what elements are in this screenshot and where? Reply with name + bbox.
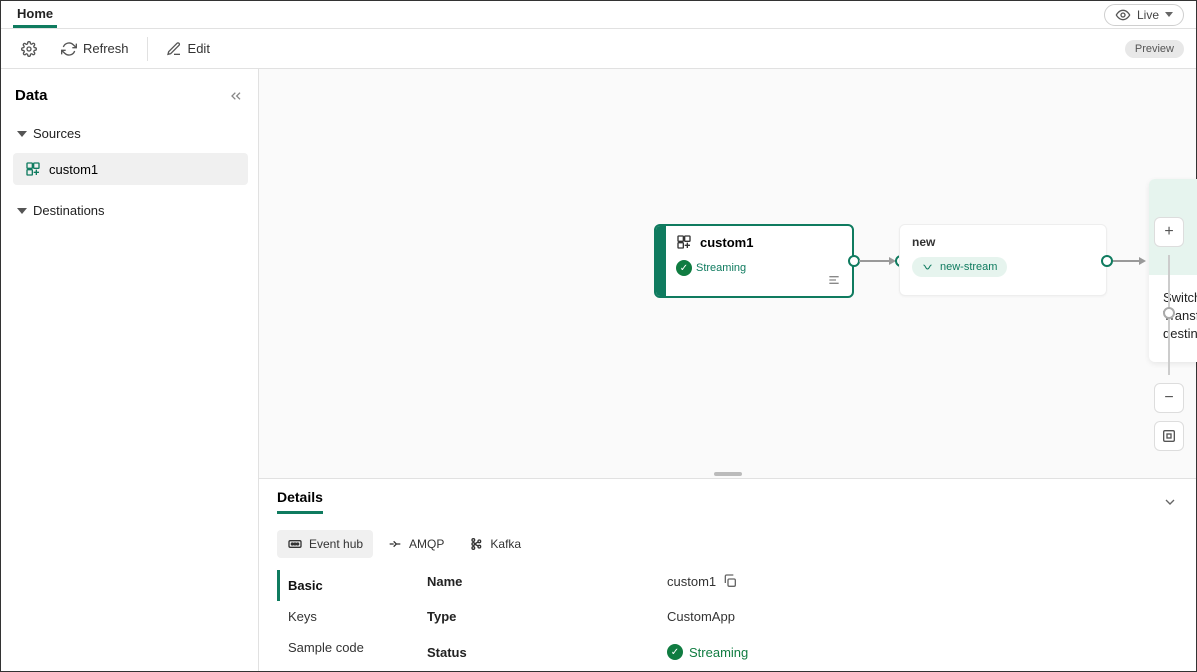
node-accent-bar	[656, 226, 666, 296]
details-panel: Details Event hub AMQP Kafka	[259, 478, 1196, 671]
destinations-label: Destinations	[33, 203, 105, 218]
proto-tab-label: AMQP	[409, 537, 444, 551]
node-source-title: custom1	[700, 235, 753, 250]
collapse-icon[interactable]	[228, 88, 244, 104]
prop-name-value: custom1	[667, 574, 716, 589]
source-item-custom1[interactable]: custom1	[13, 153, 248, 185]
refresh-button[interactable]: Refresh	[53, 35, 137, 63]
resize-grip-icon	[714, 472, 742, 476]
settings-button[interactable]	[13, 35, 45, 63]
side-tab-basic[interactable]: Basic	[277, 570, 407, 601]
gear-icon	[21, 41, 37, 57]
canvas[interactable]: custom1 ✓ Streaming new	[259, 69, 1196, 470]
list-icon[interactable]	[826, 272, 842, 288]
stream-pill-label: new-stream	[940, 261, 997, 273]
prop-type-value: CustomApp	[667, 609, 1178, 624]
source-item-label: custom1	[49, 162, 98, 177]
proto-tab-label: Event hub	[309, 537, 363, 551]
sidebar-title: Data	[15, 87, 48, 104]
side-tab-sample[interactable]: Sample code	[277, 632, 407, 663]
zoom-slider[interactable]	[1168, 255, 1170, 375]
prop-name-label: Name	[427, 574, 667, 589]
eye-icon	[1115, 7, 1131, 23]
chevron-down-icon[interactable]	[1162, 494, 1178, 510]
proto-tab-amqp[interactable]: AMQP	[377, 530, 454, 558]
fit-screen-button[interactable]	[1154, 421, 1184, 451]
kafka-icon	[468, 536, 484, 552]
tab-home[interactable]: Home	[13, 2, 57, 28]
edit-button[interactable]: Edit	[158, 35, 218, 63]
proto-tab-label: Kafka	[490, 537, 521, 551]
details-title[interactable]: Details	[277, 489, 323, 514]
node-output-port[interactable]	[1101, 255, 1113, 267]
custom-app-icon	[676, 234, 692, 250]
live-label: Live	[1137, 8, 1159, 22]
copy-icon[interactable]	[722, 573, 738, 589]
divider	[147, 37, 148, 61]
refresh-icon	[61, 41, 77, 57]
zoom-out-button[interactable]: −	[1154, 383, 1184, 413]
arrow-head-icon	[1139, 257, 1146, 265]
panel-resize-handle[interactable]	[259, 470, 1196, 478]
node-source[interactable]: custom1 ✓ Streaming	[654, 224, 854, 298]
chevron-down-icon	[17, 208, 27, 214]
live-mode-button[interactable]: Live	[1104, 4, 1184, 26]
sidebar: Data Sources custom1 Destinations	[1, 69, 259, 671]
chevron-down-icon	[1165, 12, 1173, 17]
preview-badge: Preview	[1125, 40, 1184, 58]
zoom-slider-knob[interactable]	[1163, 307, 1175, 319]
prop-status-label: Status	[427, 645, 667, 660]
proto-tab-eventhub[interactable]: Event hub	[277, 530, 373, 558]
stream-pill[interactable]: new-stream	[912, 257, 1007, 277]
custom-app-icon	[25, 161, 41, 177]
prop-type-label: Type	[427, 609, 667, 624]
refresh-label: Refresh	[83, 41, 129, 56]
stream-icon	[922, 261, 934, 273]
fit-icon	[1161, 428, 1177, 444]
node-source-status: Streaming	[696, 262, 746, 274]
proto-tab-kafka[interactable]: Kafka	[458, 530, 531, 558]
status-check-icon: ✓	[676, 260, 692, 276]
edit-label: Edit	[188, 41, 210, 56]
sources-label: Sources	[33, 126, 81, 141]
amqp-icon	[387, 536, 403, 552]
zoom-in-button[interactable]: +	[1154, 217, 1184, 247]
edit-icon	[166, 41, 182, 57]
side-tab-keys[interactable]: Keys	[277, 601, 407, 632]
node-stream-title: new	[912, 235, 1094, 249]
eventhub-icon	[287, 536, 303, 552]
sources-group[interactable]: Sources	[11, 118, 248, 149]
chevron-down-icon	[17, 131, 27, 137]
status-check-icon: ✓	[667, 644, 683, 660]
connector-line	[859, 260, 893, 262]
node-stream[interactable]: new new-stream	[899, 224, 1107, 296]
prop-status-value: Streaming	[689, 645, 748, 660]
destinations-group[interactable]: Destinations	[11, 195, 248, 226]
